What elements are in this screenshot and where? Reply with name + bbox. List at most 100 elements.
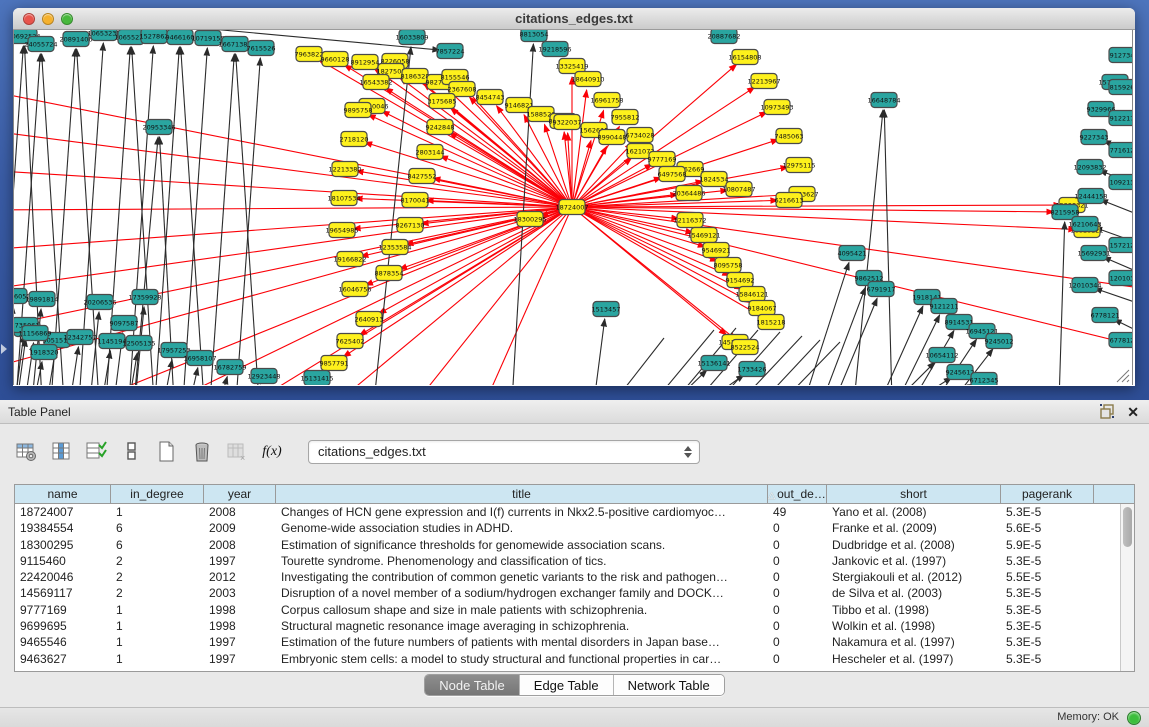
function-builder-icon[interactable]: f(x) bbox=[259, 439, 285, 465]
graph-node[interactable]: 20887682 bbox=[707, 30, 740, 44]
close-panel-icon[interactable]: ✕ bbox=[1127, 405, 1139, 419]
graph-node[interactable]: 12213967 bbox=[747, 74, 780, 89]
graph-node[interactable]: 6791917 bbox=[867, 282, 896, 297]
graph-node[interactable]: 18640910 bbox=[571, 72, 604, 87]
table-row[interactable]: 1830029562008Estimation of significance … bbox=[15, 537, 1120, 553]
graph-node[interactable]: 18107534 bbox=[327, 191, 360, 206]
citation-network-graph[interactable]: 1872400720692524240557242089140610653237… bbox=[14, 30, 1133, 385]
graph-node[interactable]: 10973493 bbox=[760, 100, 793, 115]
graph-node[interactable]: 16033809 bbox=[395, 30, 428, 45]
table-row[interactable]: 977716911998Corpus callosum shape and si… bbox=[15, 602, 1120, 618]
graph-node[interactable]: 18300295 bbox=[513, 212, 546, 227]
graph-node[interactable]: 7955812 bbox=[611, 110, 640, 125]
graph-node[interactable]: 9546921 bbox=[702, 243, 731, 258]
table-row[interactable]: 969969511998Structural magnetic resonanc… bbox=[15, 618, 1120, 634]
panel-collapse-arrow-icon[interactable] bbox=[1, 344, 7, 354]
graph-node[interactable]: 4095421 bbox=[838, 246, 867, 261]
graph-node[interactable]: 6778121 bbox=[1091, 308, 1120, 323]
graph-node[interactable]: 2718120 bbox=[340, 132, 369, 147]
table-row[interactable]: 1938455462009Genome-wide association stu… bbox=[15, 520, 1120, 536]
float-window-icon[interactable] bbox=[1100, 404, 1115, 419]
table-row[interactable]: 2242004622012Investigating the contribut… bbox=[15, 569, 1120, 585]
memory-indicator[interactable] bbox=[1127, 711, 1141, 725]
graph-node[interactable]: 912734 bbox=[1109, 48, 1133, 63]
graph-node[interactable]: 15131415 bbox=[300, 371, 333, 386]
graph-node[interactable]: 1513457 bbox=[592, 302, 621, 317]
graph-node[interactable]: 12342757 bbox=[63, 330, 96, 345]
graph-node[interactable]: 12010344 bbox=[1068, 278, 1101, 293]
graph-node[interactable]: 2640913 bbox=[355, 312, 384, 327]
column-header-name[interactable]: name bbox=[15, 485, 111, 503]
graph-node[interactable]: 6497568 bbox=[658, 167, 687, 182]
graph-node[interactable]: 16154808 bbox=[728, 50, 761, 65]
graph-node[interactable]: 8170041 bbox=[401, 193, 430, 208]
graph-node[interactable]: 15469121 bbox=[687, 228, 720, 243]
graph-node[interactable]: 20953346 bbox=[142, 120, 175, 135]
graph-node[interactable]: 24055724 bbox=[24, 37, 57, 52]
graph-node[interactable]: 9466160 bbox=[166, 30, 195, 45]
graph-node[interactable]: 11156869 bbox=[18, 326, 51, 341]
graph-node[interactable]: 10654112 bbox=[925, 348, 958, 363]
graph-node[interactable]: 8427552 bbox=[408, 169, 437, 184]
graph-node[interactable]: 7857224 bbox=[436, 44, 465, 59]
scrollbar-thumb[interactable] bbox=[1123, 507, 1132, 547]
column-header-in_degree[interactable]: in_degree bbox=[111, 485, 204, 503]
graph-node[interactable]: 12116372 bbox=[673, 213, 706, 228]
graph-node[interactable]: 9895758 bbox=[344, 103, 373, 118]
graph-node[interactable]: 19166822 bbox=[333, 252, 366, 267]
graph-node[interactable]: 16648784 bbox=[867, 93, 900, 108]
column-header-pagerank[interactable]: pagerank bbox=[1001, 485, 1094, 503]
column-header-year[interactable]: year bbox=[204, 485, 276, 503]
delete-table-icon[interactable] bbox=[189, 439, 215, 465]
graph-node[interactable]: 1824534 bbox=[700, 172, 729, 187]
graph-node[interactable]: 3175685 bbox=[428, 94, 457, 109]
graph-node[interactable]: 6734028 bbox=[626, 128, 655, 143]
network-canvas[interactable]: 1872400720692524240557242089140610653237… bbox=[13, 30, 1133, 385]
graph-node[interactable]: 1527862 bbox=[140, 30, 169, 44]
graph-node[interactable]: 109213 bbox=[1109, 175, 1133, 190]
graph-node[interactable]: 16782759 bbox=[213, 360, 246, 375]
graph-node[interactable]: 19654985 bbox=[325, 223, 358, 238]
graph-node[interactable]: 10807487 bbox=[722, 182, 755, 197]
graph-node[interactable]: 12353584 bbox=[378, 240, 411, 255]
graph-node[interactable]: 8454743 bbox=[476, 90, 505, 105]
graph-node[interactable]: 9154692 bbox=[726, 273, 755, 288]
graph-node[interactable]: 9322037 bbox=[553, 115, 582, 130]
tab-network-table[interactable]: Network Table bbox=[614, 675, 724, 695]
new-table-icon[interactable] bbox=[154, 439, 180, 465]
graph-node[interactable]: 8522524 bbox=[731, 340, 760, 355]
graph-node[interactable]: 120103 bbox=[1109, 271, 1133, 286]
table-vertical-scrollbar[interactable] bbox=[1120, 504, 1134, 671]
table-row[interactable]: 1872400712008Changes of HCN gene express… bbox=[15, 504, 1120, 520]
graph-node[interactable]: 6216613 bbox=[775, 193, 804, 208]
select-rows-icon[interactable] bbox=[84, 439, 110, 465]
column-visibility-icon[interactable] bbox=[49, 439, 75, 465]
graph-node[interactable]: 12975115 bbox=[782, 158, 815, 173]
table-row[interactable]: 946362711997Embryonic stem cells: a mode… bbox=[15, 651, 1120, 667]
graph-node[interactable]: 16210643 bbox=[1068, 217, 1101, 232]
graph-node[interactable]: 16958107 bbox=[183, 351, 216, 366]
graph-node[interactable]: 8990448 bbox=[598, 130, 627, 145]
graph-node[interactable]: 12093832 bbox=[1073, 160, 1106, 175]
graph-node[interactable]: 12505135 bbox=[122, 336, 155, 351]
graph-node[interactable]: 9184067 bbox=[748, 301, 777, 316]
graph-node[interactable]: 15692931 bbox=[1077, 246, 1110, 261]
graph-node[interactable]: 20206536 bbox=[83, 295, 116, 310]
graph-node[interactable]: 16961758 bbox=[590, 93, 623, 108]
graph-node[interactable]: 20364486 bbox=[672, 186, 705, 201]
graph-node[interactable]: 9242848 bbox=[426, 120, 455, 135]
column-chooser-icon[interactable] bbox=[119, 439, 145, 465]
network-window-titlebar[interactable]: citations_edges.txt bbox=[13, 8, 1135, 30]
graph-node[interactable]: 7615526 bbox=[247, 41, 276, 56]
graph-node[interactable]: 12213380 bbox=[328, 162, 361, 177]
table-row[interactable]: 1456911722003Disruption of a novel membe… bbox=[15, 585, 1120, 601]
graph-node[interactable]: 16543382 bbox=[359, 75, 392, 90]
column-header-short[interactable]: short bbox=[827, 485, 1001, 503]
graph-node[interactable]: 7963822 bbox=[295, 47, 324, 62]
column-header-title[interactable]: title bbox=[276, 485, 768, 503]
graph-node[interactable]: 7485063 bbox=[775, 129, 804, 144]
graph-node[interactable]: 19891814 bbox=[25, 292, 58, 307]
graph-node[interactable]: 18724007 bbox=[555, 200, 588, 215]
graph-node[interactable]: 9121211 bbox=[930, 299, 959, 314]
table-panel-header[interactable]: Table Panel ✕ bbox=[0, 400, 1149, 424]
